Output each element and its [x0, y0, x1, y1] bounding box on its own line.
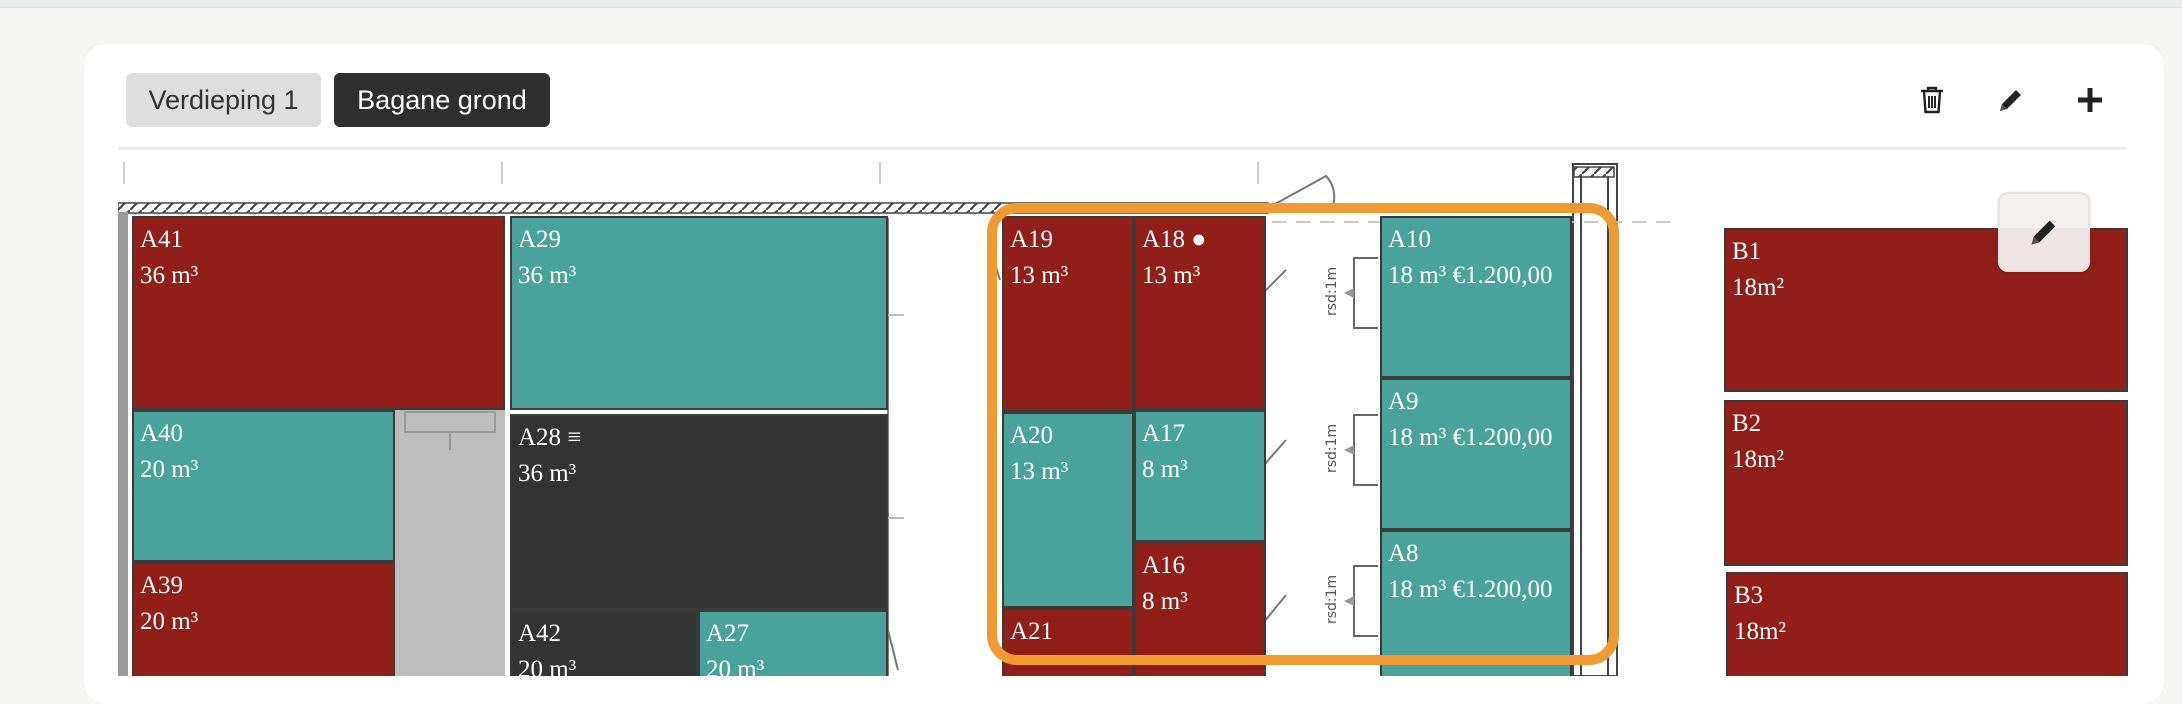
edit-button[interactable] [1991, 80, 2031, 120]
unit-a8[interactable]: A8 18 m³ €1.200,00 [1380, 530, 1572, 676]
unit-a9[interactable]: A9 18 m³ €1.200,00 [1380, 378, 1572, 530]
floorplan: rsd:1m rsd:1m rsd:1m A41 36 m³ A29 36 m³ A… [118, 150, 2128, 676]
unit-name: A27 [706, 620, 750, 647]
unit-a28[interactable]: A28 ≡ 36 m³ [510, 414, 888, 610]
unit-size: 8 m³ [1142, 456, 1188, 483]
unit-a20[interactable]: A20 13 m³ [1002, 412, 1134, 608]
unit-a17[interactable]: A17 8 m³ [1134, 410, 1266, 542]
pencil-icon [2000, 90, 2021, 111]
unit-size: 20 m³ [140, 608, 199, 635]
unit-name: A41 [140, 226, 184, 253]
unit-a18[interactable]: A18 ● 13 m³ [1134, 216, 1266, 410]
top-strip [0, 0, 2182, 8]
edit-floorplan-button[interactable] [1998, 192, 2090, 272]
trash-icon [1921, 86, 1943, 114]
unit-size: 18 m³ €1.200,00 [1388, 424, 1553, 451]
plus-icon [2078, 88, 2102, 112]
unit-a39[interactable]: A39 20 m³ [132, 562, 395, 676]
unit-size: 13 m³ [1142, 262, 1201, 289]
unit-name: A10 [1388, 226, 1432, 253]
rsd-marker-3: rsd:1m [1324, 575, 1340, 624]
unit-size: 20 m³ [706, 656, 765, 676]
unit-a10[interactable]: A10 18 m³ €1.200,00 [1380, 216, 1572, 378]
unit-name: A42 [518, 620, 562, 647]
unit-a16[interactable]: A16 8 m³ [1134, 542, 1266, 676]
delete-button[interactable] [1912, 80, 1952, 120]
unit-name: A39 [140, 572, 184, 599]
unit-a41[interactable]: A41 36 m³ [132, 216, 505, 410]
unit-name: B3 [1734, 582, 1764, 609]
unit-size: 36 m³ [518, 460, 577, 487]
unit-a27[interactable]: A27 20 m³ [698, 610, 888, 676]
rsd-marker-2: rsd:1m [1324, 424, 1340, 473]
unit-size: 18 m³ €1.200,00 [1388, 576, 1553, 603]
tab-verdieping-1[interactable]: Verdieping 1 [126, 73, 321, 127]
unit-name: A28 ≡ [518, 424, 582, 451]
unit-name: A19 [1010, 226, 1054, 253]
unit-a29[interactable]: A29 36 m³ [510, 216, 888, 410]
unit-size: 8 m³ [1142, 588, 1188, 615]
unit-size: 20 m³ [140, 456, 199, 483]
tab-bagane-grond[interactable]: Bagane grond [334, 73, 550, 127]
unit-a42[interactable]: A42 20 m³ [510, 610, 698, 676]
rsd-marker-1: rsd:1m [1324, 267, 1340, 316]
unit-name: A29 [518, 226, 562, 253]
unit-a19[interactable]: A19 13 m³ [1002, 216, 1134, 412]
unit-size: 18m² [1732, 446, 1784, 473]
unit-size: 18m² [1734, 618, 1786, 645]
add-button[interactable] [2070, 80, 2110, 120]
unit-size: 36 m³ [518, 262, 577, 289]
unit-size: 20 m³ [518, 656, 577, 676]
unit-name: A18 ● [1142, 226, 1207, 253]
unit-size: 18m² [1732, 274, 1784, 301]
unit-b2[interactable]: B2 18m² [1724, 400, 2128, 566]
unit-a40[interactable]: A40 20 m³ [132, 410, 395, 562]
unit-name: A17 [1142, 420, 1186, 447]
unit-name: A8 [1388, 540, 1419, 567]
unit-size: 13 m³ [1010, 262, 1069, 289]
pencil-icon [2031, 220, 2056, 245]
unit-a21[interactable]: A21 [1002, 608, 1134, 676]
unit-name: A21 [1010, 618, 1054, 645]
unit-name: A16 [1142, 552, 1186, 579]
unit-size: 36 m³ [140, 262, 199, 289]
unit-size: 13 m³ [1010, 458, 1069, 485]
unit-size: 18 m³ €1.200,00 [1388, 262, 1553, 289]
unit-name: A20 [1010, 422, 1054, 449]
unit-name: A9 [1388, 388, 1419, 415]
unit-name: B2 [1732, 410, 1762, 437]
unit-name: A40 [140, 420, 184, 447]
unit-b3[interactable]: B3 18m² [1726, 572, 2128, 676]
